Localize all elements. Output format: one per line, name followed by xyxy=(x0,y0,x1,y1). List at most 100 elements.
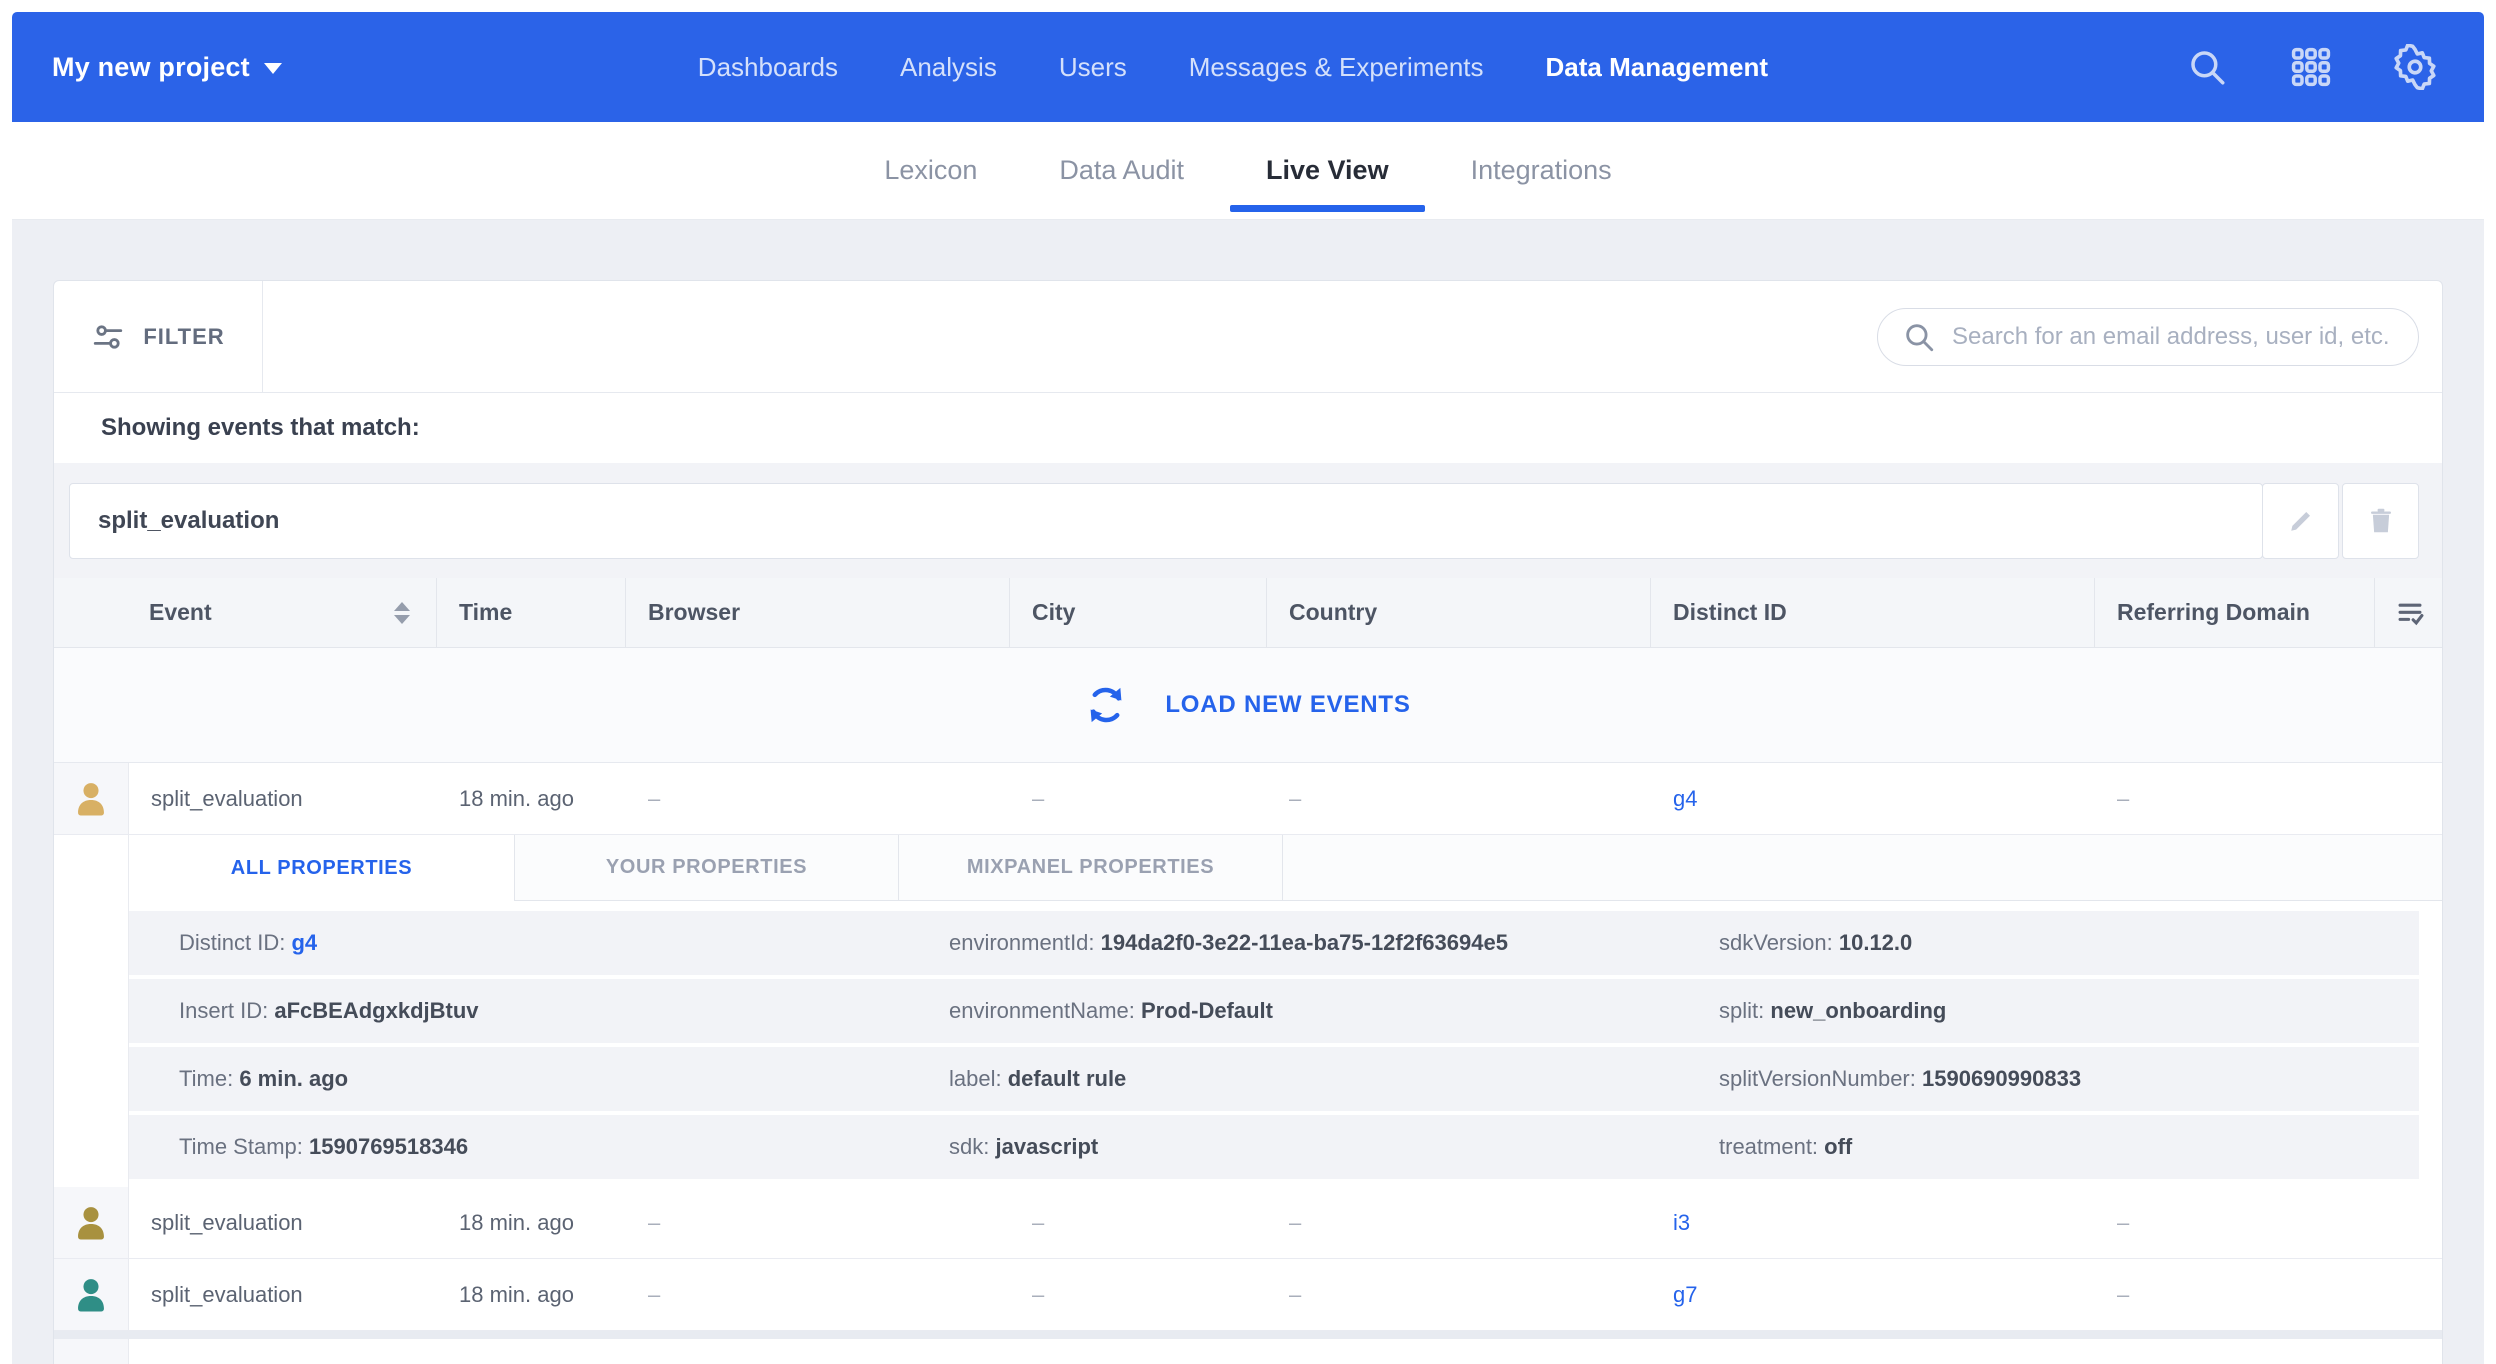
user-avatar-cell xyxy=(54,1339,129,1364)
column-header-time[interactable]: Time xyxy=(437,578,626,647)
event-referring-domain: – xyxy=(2095,1187,2375,1258)
search-icon xyxy=(1902,320,1936,354)
property: splitVersionNumber: 1590690990833 xyxy=(1719,1066,2419,1092)
app-root: My new project Dashboards Analysis Users… xyxy=(0,0,2496,1364)
property: label: default rule xyxy=(949,1066,1719,1092)
tab-data-audit[interactable]: Data Audit xyxy=(1059,122,1184,219)
horizontal-scrollbar-track[interactable] xyxy=(54,1331,2442,1339)
column-header-country[interactable]: Country xyxy=(1267,578,1651,647)
sort-icon[interactable] xyxy=(394,602,410,624)
event-city: – xyxy=(1010,763,1267,834)
property-row: Insert ID: aFcBEAdgxkdjBtuv environmentN… xyxy=(129,979,2419,1043)
tab-all-properties[interactable]: ALL PROPERTIES xyxy=(129,835,515,901)
match-row: Showing events that match: xyxy=(54,393,2442,463)
event-country: – xyxy=(1267,1259,1651,1330)
topbar-icons xyxy=(2184,44,2438,90)
load-new-events-button[interactable]: LOAD NEW EVENTS xyxy=(54,648,2442,763)
search-icon[interactable] xyxy=(2184,44,2230,90)
property-row: Distinct ID: g4 environmentId: 194da2f0-… xyxy=(129,911,2419,975)
user-avatar-cell xyxy=(54,1259,129,1330)
event-row[interactable]: split_evaluation 18 min. ago – – – g7 – xyxy=(54,1259,2442,1331)
property: environmentName: Prod-Default xyxy=(949,998,1719,1024)
project-switcher[interactable]: My new project xyxy=(52,52,282,83)
event-time: 18 min. ago xyxy=(437,1259,626,1330)
user-avatar-cell xyxy=(54,763,129,834)
sliders-icon xyxy=(91,320,125,354)
properties-tabs: ALL PROPERTIES YOUR PROPERTIES MIXPANEL … xyxy=(129,835,2442,901)
event-row-end xyxy=(2375,763,2444,834)
tab-lexicon[interactable]: Lexicon xyxy=(884,122,977,219)
trash-icon xyxy=(2366,506,2396,536)
tab-your-properties[interactable]: YOUR PROPERTIES xyxy=(515,835,899,901)
person-icon xyxy=(70,777,112,821)
nav-item-messages-experiments[interactable]: Messages & Experiments xyxy=(1189,52,1484,83)
nav-item-users[interactable]: Users xyxy=(1059,52,1127,83)
event-row-end xyxy=(2375,1187,2444,1258)
chevron-down-icon xyxy=(264,63,282,74)
tab-mixpanel-properties[interactable]: MIXPANEL PROPERTIES xyxy=(899,835,1283,901)
tab-live-view[interactable]: Live View xyxy=(1266,122,1389,219)
delete-filter-button[interactable] xyxy=(2342,483,2419,559)
column-header-city[interactable]: City xyxy=(1010,578,1267,647)
property: treatment: off xyxy=(1719,1134,2419,1160)
event-time: 18 min. ago xyxy=(437,763,626,834)
filter-button[interactable]: FILTER xyxy=(54,281,263,392)
data-management-subnav: Lexicon Data Audit Live View Integration… xyxy=(12,122,2484,220)
properties-grid: Distinct ID: g4 environmentId: 194da2f0-… xyxy=(129,901,2442,1179)
event-distinct-id-link[interactable]: i3 xyxy=(1651,1187,2095,1258)
property-row: Time: 6 min. ago label: default rule spl… xyxy=(129,1047,2419,1111)
column-header-event[interactable]: Event xyxy=(54,578,437,647)
event-name: split_evaluation xyxy=(129,763,437,834)
detail-spacer xyxy=(54,835,129,1187)
property: Time: 6 min. ago xyxy=(179,1066,949,1092)
event-browser: – xyxy=(626,1259,1010,1330)
event-name: split_evaluation xyxy=(129,1187,437,1258)
event-country: – xyxy=(1267,763,1651,834)
event-row[interactable]: split_evaluation 18 min. ago – – – i3 – xyxy=(54,1187,2442,1259)
event-filter-value[interactable]: split_evaluation xyxy=(69,483,2263,559)
property: Insert ID: aFcBEAdgxkdjBtuv xyxy=(179,998,949,1024)
property: Time Stamp: 1590769518346 xyxy=(179,1134,949,1160)
nav-item-data-management[interactable]: Data Management xyxy=(1546,52,1769,83)
column-settings-button[interactable] xyxy=(2375,578,2444,647)
event-referring-domain: – xyxy=(2095,763,2375,834)
table-header: Event Time Browser City Country Distinct… xyxy=(54,578,2442,648)
event-detail-panel: ALL PROPERTIES YOUR PROPERTIES MIXPANEL … xyxy=(54,835,2442,1187)
column-header-browser[interactable]: Browser xyxy=(626,578,1010,647)
pencil-icon xyxy=(2286,506,2316,536)
edit-filter-button[interactable] xyxy=(2262,483,2339,559)
filter-row: FILTER xyxy=(54,281,2442,393)
search-input[interactable] xyxy=(1952,323,2394,351)
gear-icon[interactable] xyxy=(2392,44,2438,90)
property: environmentId: 194da2f0-3e22-11ea-ba75-1… xyxy=(949,930,1719,956)
event-row[interactable] xyxy=(54,1339,2442,1364)
user-avatar-cell xyxy=(54,1187,129,1258)
property: sdkVersion: 10.12.0 xyxy=(1719,930,2419,956)
live-view-page: FILTER Showing events that match: split_… xyxy=(12,220,2484,1364)
distinct-id-value-link[interactable]: g4 xyxy=(291,930,317,955)
event-row[interactable]: split_evaluation 18 min. ago – – – g4 – xyxy=(54,763,2442,835)
query-band: split_evaluation xyxy=(54,463,2442,578)
nav-item-analysis[interactable]: Analysis xyxy=(900,52,997,83)
nav-item-dashboards[interactable]: Dashboards xyxy=(698,52,838,83)
event-country: – xyxy=(1267,1187,1651,1258)
event-referring-domain: – xyxy=(2095,1259,2375,1330)
event-browser: – xyxy=(626,1187,1010,1258)
event-city: – xyxy=(1010,1259,1267,1330)
filter-spacer xyxy=(263,281,1877,392)
column-header-referring-domain[interactable]: Referring Domain xyxy=(2095,578,2375,647)
top-navigation: Dashboards Analysis Users Messages & Exp… xyxy=(698,52,1768,83)
event-name: split_evaluation xyxy=(129,1259,437,1330)
property: split: new_onboarding xyxy=(1719,998,2419,1024)
tab-integrations[interactable]: Integrations xyxy=(1471,122,1612,219)
user-search xyxy=(1877,308,2419,366)
refresh-icon xyxy=(1085,684,1127,726)
event-distinct-id-link[interactable]: g7 xyxy=(1651,1259,2095,1330)
apps-grid-icon[interactable] xyxy=(2288,44,2334,90)
column-header-distinct-id[interactable]: Distinct ID xyxy=(1651,578,2095,647)
project-name: My new project xyxy=(52,52,250,83)
filter-label: FILTER xyxy=(143,324,224,350)
event-distinct-id-link[interactable]: g4 xyxy=(1651,763,2095,834)
column-list-check-icon xyxy=(2393,596,2427,630)
property: Distinct ID: g4 xyxy=(179,930,949,956)
